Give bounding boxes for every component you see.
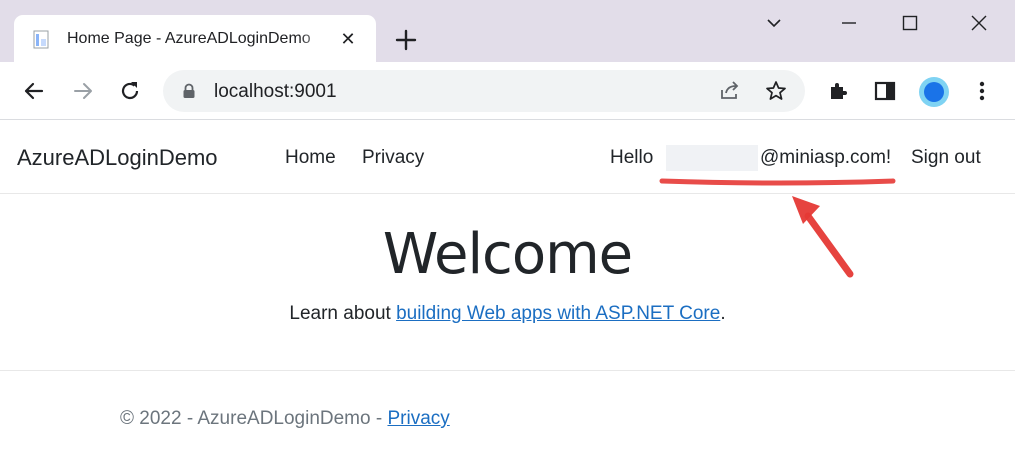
site-brand[interactable]: AzureADLoginDemo (17, 145, 218, 171)
page-title: Welcome (382, 222, 633, 287)
address-bar[interactable]: localhost:9001 (163, 70, 805, 112)
footer-divider (0, 370, 1015, 371)
share-icon[interactable] (718, 79, 742, 103)
profile-avatar (924, 82, 944, 102)
learn-paragraph: Learn about building Web apps with ASP.N… (0, 302, 1015, 326)
page-icon (33, 30, 49, 49)
annotation-arrow-head (792, 196, 820, 224)
tab-strip: Home Page - AzureADLoginDemo ✕ (0, 0, 1015, 62)
close-icon[interactable]: ✕ (338, 29, 358, 49)
redacted-username (666, 145, 758, 171)
forward-icon[interactable] (70, 78, 96, 104)
star-icon[interactable] (764, 79, 788, 103)
footer-privacy-link[interactable]: Privacy (387, 408, 449, 429)
sign-out-link[interactable]: Sign out (911, 147, 981, 169)
site-footer: © 2022 - AzureADLoginDemo - Privacy (120, 407, 450, 431)
learn-suffix: . (720, 303, 726, 324)
back-icon[interactable] (21, 78, 47, 104)
tab-title: Home Page - AzureADLoginDemo (67, 30, 311, 47)
maximize-icon[interactable] (897, 10, 923, 36)
browser-toolbar: localhost:9001 (0, 62, 1015, 120)
profile-icon[interactable] (919, 77, 949, 107)
nav-privacy-link[interactable]: Privacy (362, 147, 424, 169)
reload-icon[interactable] (117, 78, 143, 104)
minimize-icon[interactable] (836, 10, 862, 36)
plus-icon[interactable] (393, 27, 419, 53)
learn-prefix: Learn about (289, 303, 397, 324)
footer-copyright: © 2022 - AzureADLoginDemo - (120, 408, 388, 429)
site-navbar: AzureADLoginDemo Home Privacy Hello @min… (0, 121, 1015, 194)
tab-title-fade (299, 25, 331, 53)
window-close-icon[interactable] (966, 10, 992, 36)
aspnet-docs-link[interactable]: building Web apps with ASP.NET Core (396, 303, 720, 324)
browser-tab[interactable]: Home Page - AzureADLoginDemo ✕ (14, 15, 376, 62)
chevron-down-icon[interactable] (761, 10, 787, 36)
url-text[interactable]: localhost:9001 (214, 81, 337, 103)
lock-icon[interactable] (182, 83, 196, 99)
extensions-icon[interactable] (826, 78, 852, 104)
side-panel-icon[interactable] (872, 78, 898, 104)
user-email-domain: @miniasp.com! (760, 147, 892, 168)
menu-icon[interactable] (972, 78, 992, 104)
hello-text: Hello (610, 147, 654, 168)
nav-home-link[interactable]: Home (285, 147, 336, 169)
